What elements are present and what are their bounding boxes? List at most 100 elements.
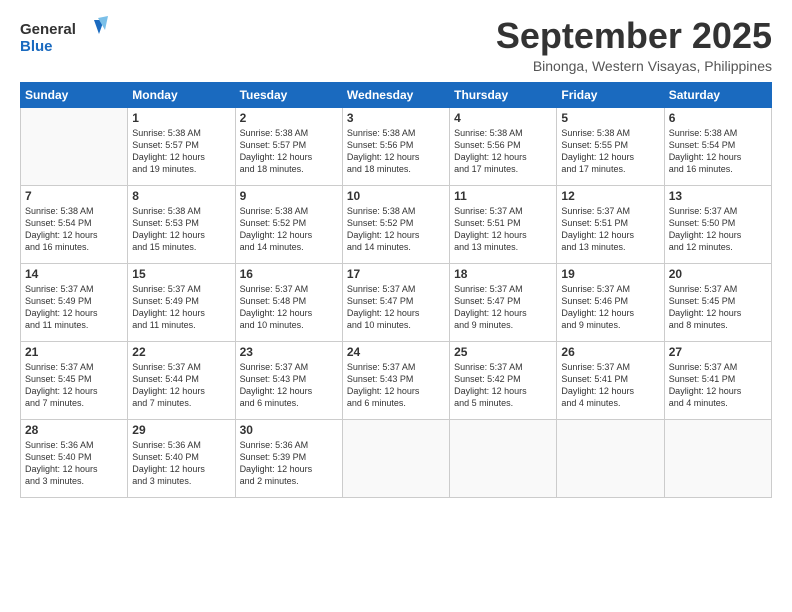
day-info: Sunrise: 5:38 AM Sunset: 5:52 PM Dayligh… [240,205,338,254]
day-number: 4 [454,111,552,125]
calendar-cell: 25 Sunrise: 5:37 AM Sunset: 5:42 PM Dayli… [450,341,557,419]
day-number: 2 [240,111,338,125]
calendar-cell: 20 Sunrise: 5:37 AM Sunset: 5:45 PM Dayli… [664,263,771,341]
calendar-cell [664,419,771,497]
logo-svg: General Blue [20,16,110,61]
day-info: Sunrise: 5:36 AM Sunset: 5:40 PM Dayligh… [132,439,230,488]
calendar-cell: 14 Sunrise: 5:37 AM Sunset: 5:49 PM Dayli… [21,263,128,341]
day-number: 8 [132,189,230,203]
calendar-cell: 18 Sunrise: 5:37 AM Sunset: 5:47 PM Dayli… [450,263,557,341]
calendar-cell: 13 Sunrise: 5:37 AM Sunset: 5:50 PM Dayli… [664,185,771,263]
calendar-cell: 5 Sunrise: 5:38 AM Sunset: 5:55 PM Daylig… [557,107,664,185]
day-number: 25 [454,345,552,359]
calendar-cell: 19Sunrise: 5:37 AM Sunset: 5:46 PM Dayli… [557,263,664,341]
calendar-cell: 2 Sunrise: 5:38 AM Sunset: 5:57 PM Daylig… [235,107,342,185]
calendar-cell: 29 Sunrise: 5:36 AM Sunset: 5:40 PM Dayli… [128,419,235,497]
calendar-cell [450,419,557,497]
day-info: Sunrise: 5:38 AM Sunset: 5:56 PM Dayligh… [454,127,552,176]
day-info: Sunrise: 5:37 AM Sunset: 5:50 PM Dayligh… [669,205,767,254]
weekday-header: Thursday [450,82,557,107]
month-title: September 2025 [496,16,772,56]
day-info: Sunrise: 5:37 AM Sunset: 5:42 PM Dayligh… [454,361,552,410]
day-number: 23 [240,345,338,359]
day-number: 9 [240,189,338,203]
day-info: Sunrise: 5:37 AM Sunset: 5:44 PM Dayligh… [132,361,230,410]
title-area: September 2025 Binonga, Western Visayas,… [496,16,772,74]
weekday-header: Wednesday [342,82,449,107]
day-info: Sunrise: 5:36 AM Sunset: 5:40 PM Dayligh… [25,439,123,488]
svg-text:General: General [20,21,76,38]
day-number: 16 [240,267,338,281]
day-number: 26 [561,345,659,359]
day-number: 24 [347,345,445,359]
day-number: 10 [347,189,445,203]
day-info: Sunrise: 5:37 AM Sunset: 5:45 PM Dayligh… [25,361,123,410]
calendar-cell: 21Sunrise: 5:37 AM Sunset: 5:45 PM Dayli… [21,341,128,419]
day-number: 29 [132,423,230,437]
calendar-week-row: 1 Sunrise: 5:38 AM Sunset: 5:57 PM Daylig… [21,107,772,185]
calendar-cell: 23Sunrise: 5:37 AM Sunset: 5:43 PM Dayli… [235,341,342,419]
calendar-cell: 17 Sunrise: 5:37 AM Sunset: 5:47 PM Dayli… [342,263,449,341]
calendar-cell: 24Sunrise: 5:37 AM Sunset: 5:43 PM Dayli… [342,341,449,419]
day-info: Sunrise: 5:38 AM Sunset: 5:54 PM Dayligh… [25,205,123,254]
calendar-cell: 26Sunrise: 5:37 AM Sunset: 5:41 PM Dayli… [557,341,664,419]
calendar-cell: 11 Sunrise: 5:37 AM Sunset: 5:51 PM Dayli… [450,185,557,263]
calendar-cell [557,419,664,497]
calendar-cell: 12Sunrise: 5:37 AM Sunset: 5:51 PM Dayli… [557,185,664,263]
day-number: 22 [132,345,230,359]
weekday-header: Sunday [21,82,128,107]
day-info: Sunrise: 5:37 AM Sunset: 5:47 PM Dayligh… [454,283,552,332]
calendar-cell: 8 Sunrise: 5:38 AM Sunset: 5:53 PM Daylig… [128,185,235,263]
day-number: 30 [240,423,338,437]
day-number: 11 [454,189,552,203]
day-number: 14 [25,267,123,281]
calendar-cell: 30Sunrise: 5:36 AM Sunset: 5:39 PM Dayli… [235,419,342,497]
calendar-cell: 28Sunrise: 5:36 AM Sunset: 5:40 PM Dayli… [21,419,128,497]
logo: General Blue [20,16,110,61]
calendar-cell [342,419,449,497]
calendar-week-row: 28Sunrise: 5:36 AM Sunset: 5:40 PM Dayli… [21,419,772,497]
day-number: 13 [669,189,767,203]
day-number: 18 [454,267,552,281]
day-info: Sunrise: 5:37 AM Sunset: 5:49 PM Dayligh… [132,283,230,332]
day-number: 1 [132,111,230,125]
weekday-header: Saturday [664,82,771,107]
calendar-cell: 4 Sunrise: 5:38 AM Sunset: 5:56 PM Daylig… [450,107,557,185]
calendar-cell: 16 Sunrise: 5:37 AM Sunset: 5:48 PM Dayli… [235,263,342,341]
day-info: Sunrise: 5:38 AM Sunset: 5:56 PM Dayligh… [347,127,445,176]
weekday-header: Friday [557,82,664,107]
day-info: Sunrise: 5:38 AM Sunset: 5:53 PM Dayligh… [132,205,230,254]
calendar-week-row: 21Sunrise: 5:37 AM Sunset: 5:45 PM Dayli… [21,341,772,419]
day-info: Sunrise: 5:38 AM Sunset: 5:57 PM Dayligh… [240,127,338,176]
day-info: Sunrise: 5:37 AM Sunset: 5:41 PM Dayligh… [669,361,767,410]
day-number: 5 [561,111,659,125]
day-number: 27 [669,345,767,359]
page: General Blue September 2025 Binonga, Wes… [0,0,792,612]
weekday-header-row: SundayMondayTuesdayWednesdayThursdayFrid… [21,82,772,107]
day-number: 7 [25,189,123,203]
calendar-cell: 10Sunrise: 5:38 AM Sunset: 5:52 PM Dayli… [342,185,449,263]
calendar-cell: 27 Sunrise: 5:37 AM Sunset: 5:41 PM Dayli… [664,341,771,419]
day-info: Sunrise: 5:38 AM Sunset: 5:54 PM Dayligh… [669,127,767,176]
calendar-cell [21,107,128,185]
day-info: Sunrise: 5:37 AM Sunset: 5:51 PM Dayligh… [454,205,552,254]
calendar-cell: 6Sunrise: 5:38 AM Sunset: 5:54 PM Daylig… [664,107,771,185]
calendar: SundayMondayTuesdayWednesdayThursdayFrid… [20,82,772,498]
weekday-header: Tuesday [235,82,342,107]
calendar-week-row: 7 Sunrise: 5:38 AM Sunset: 5:54 PM Daylig… [21,185,772,263]
day-info: Sunrise: 5:38 AM Sunset: 5:57 PM Dayligh… [132,127,230,176]
day-info: Sunrise: 5:37 AM Sunset: 5:45 PM Dayligh… [669,283,767,332]
subtitle: Binonga, Western Visayas, Philippines [496,58,772,74]
calendar-cell: 22 Sunrise: 5:37 AM Sunset: 5:44 PM Dayli… [128,341,235,419]
day-info: Sunrise: 5:37 AM Sunset: 5:48 PM Dayligh… [240,283,338,332]
day-number: 17 [347,267,445,281]
day-number: 20 [669,267,767,281]
calendar-cell: 1 Sunrise: 5:38 AM Sunset: 5:57 PM Daylig… [128,107,235,185]
day-info: Sunrise: 5:37 AM Sunset: 5:47 PM Dayligh… [347,283,445,332]
header: General Blue September 2025 Binonga, Wes… [20,16,772,74]
day-number: 15 [132,267,230,281]
day-info: Sunrise: 5:38 AM Sunset: 5:55 PM Dayligh… [561,127,659,176]
day-number: 3 [347,111,445,125]
weekday-header: Monday [128,82,235,107]
day-info: Sunrise: 5:37 AM Sunset: 5:49 PM Dayligh… [25,283,123,332]
